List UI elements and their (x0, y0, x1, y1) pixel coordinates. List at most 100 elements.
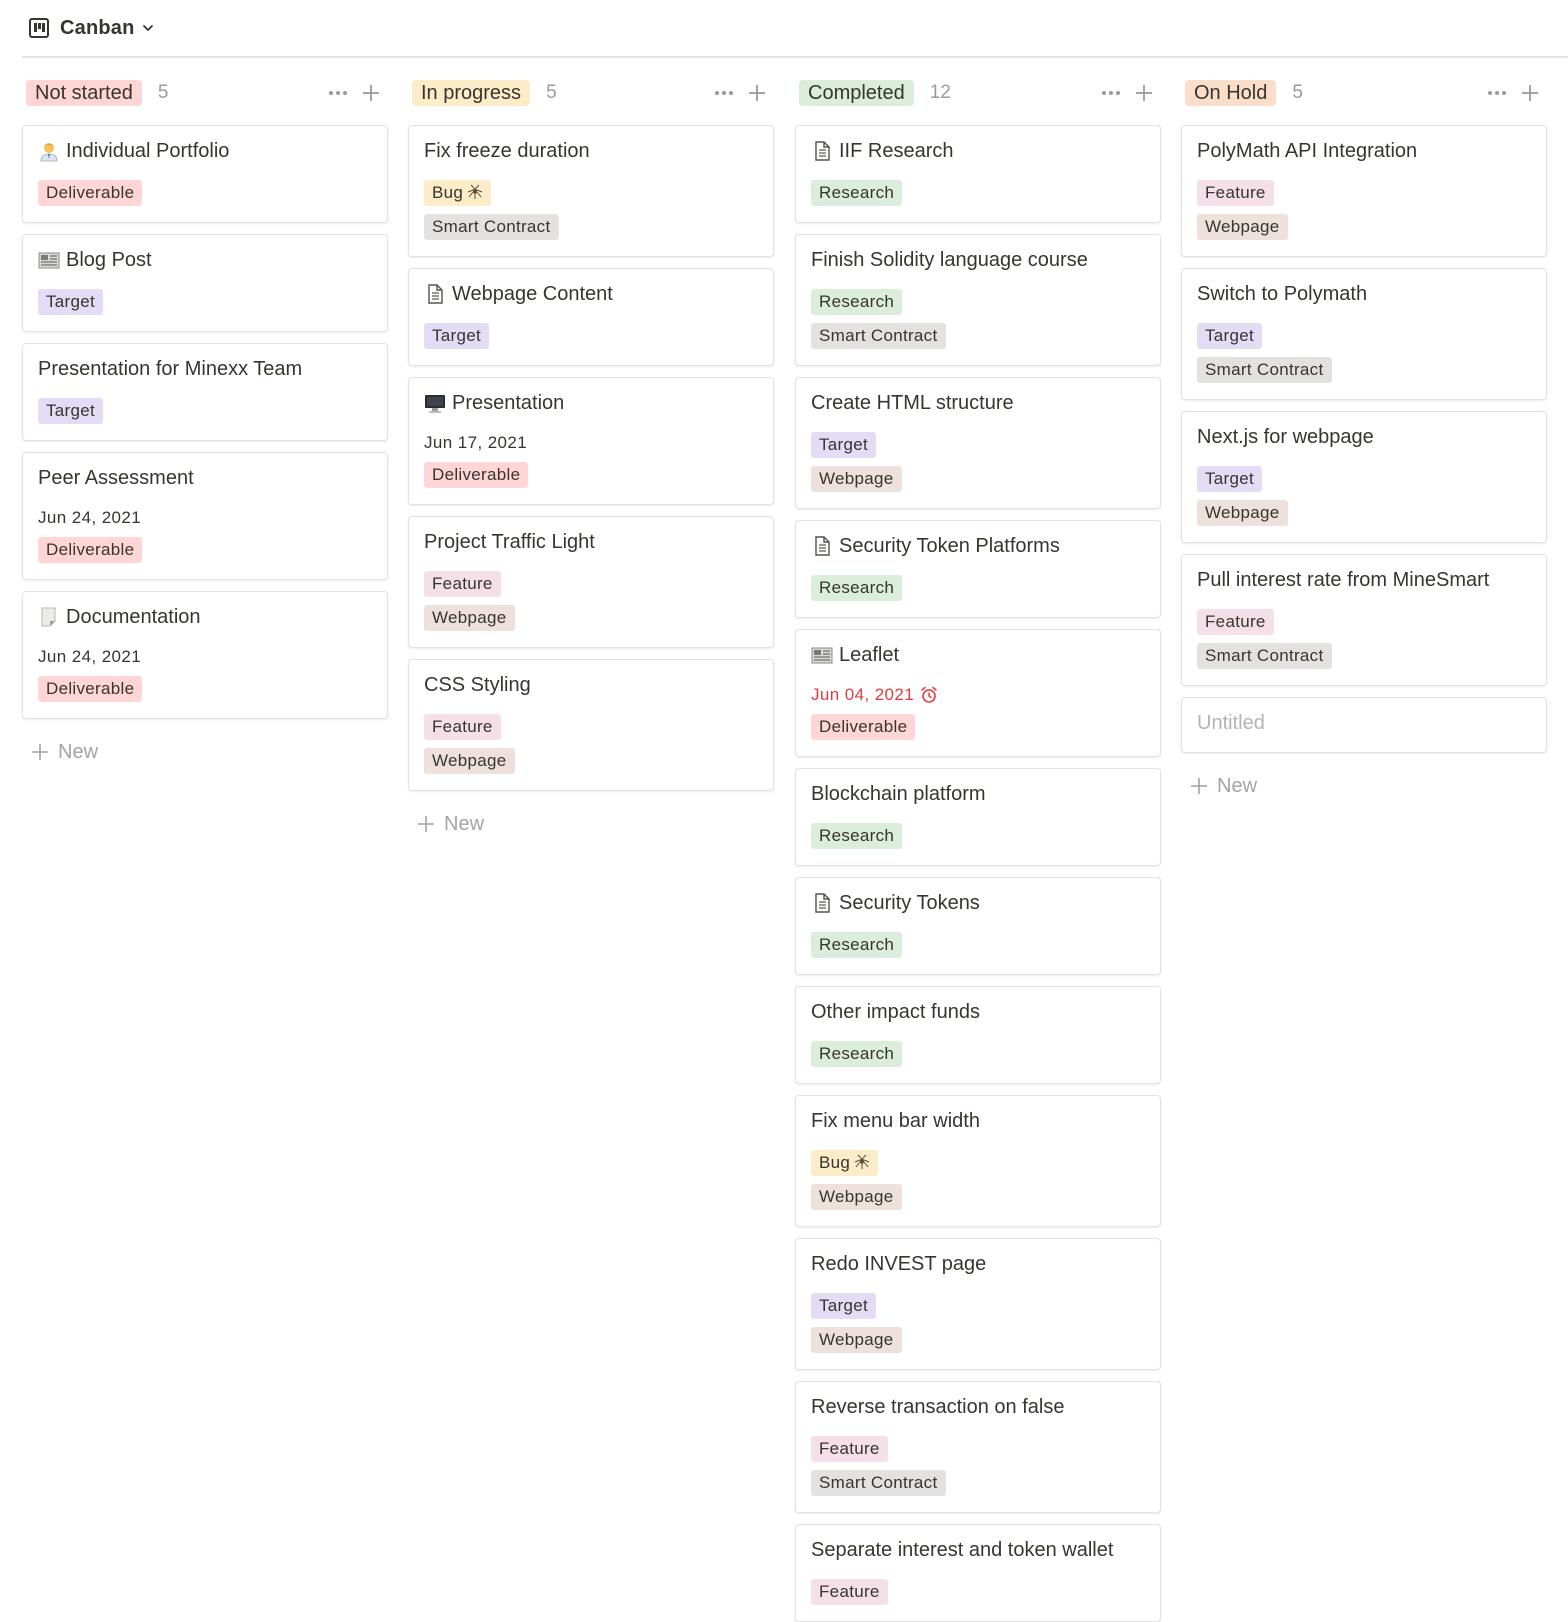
task-card[interactable]: CSS Styling Feature Webpage (408, 659, 774, 791)
tag-webpage: Webpage (1197, 214, 1288, 240)
task-card[interactable]: Switch to Polymath Target Smart Contract (1181, 268, 1547, 400)
tag-label: Webpage (1205, 503, 1280, 522)
tag-row: Deliverable (424, 462, 758, 496)
task-card[interactable]: Leaflet Jun 04, 2021 Deliverable (795, 629, 1161, 757)
card-title: Switch to Polymath (1197, 281, 1531, 307)
person-icon (38, 140, 60, 162)
task-card[interactable]: Webpage Content Target (408, 268, 774, 366)
newspaper-icon (38, 249, 60, 271)
new-card-button[interactable]: New (30, 738, 98, 766)
task-card[interactable]: Untitled (1181, 697, 1547, 753)
card-title: Redo INVEST page (811, 1251, 1145, 1277)
tag-label: Deliverable (46, 540, 135, 559)
status-label[interactable]: Not started (26, 80, 142, 106)
card-count: 5 (157, 82, 169, 103)
tag-row: Deliverable (38, 180, 372, 214)
more-options-icon[interactable] (1485, 82, 1509, 104)
add-card-icon[interactable] (746, 82, 768, 104)
task-card[interactable]: Presentation Jun 17, 2021 Deliverable (408, 377, 774, 505)
task-card[interactable]: Pull interest rate from MineSmart Feature… (1181, 554, 1547, 686)
task-card[interactable]: Separate interest and token wallet Featur… (795, 1524, 1161, 1622)
card-title: Documentation (38, 604, 372, 630)
tag-row: Smart Contract (1197, 643, 1531, 677)
date-text: Jun 17, 2021 (424, 433, 528, 452)
card-title-text: IIF Research (839, 140, 954, 162)
card-title-text: Leaflet (839, 644, 900, 666)
status-label[interactable]: In progress (412, 80, 531, 106)
new-card-button[interactable]: New (416, 810, 484, 838)
task-card[interactable]: IIF Research Research (795, 125, 1161, 223)
tag-list: Target Webpage (811, 432, 1145, 500)
tag-label: Target (1205, 469, 1255, 488)
tag-row: Target (1197, 323, 1531, 357)
card-title: Individual Portfolio (38, 138, 372, 164)
task-card[interactable]: Create HTML structure Target Webpage (795, 377, 1161, 509)
tag-webpage: Webpage (811, 466, 902, 492)
task-card[interactable]: Fix freeze duration Bug Smart Contract (408, 125, 774, 257)
status-label[interactable]: On Hold (1185, 80, 1277, 106)
tag-label: Research (819, 578, 895, 597)
task-card[interactable]: Blog Post Target (22, 234, 388, 332)
task-card[interactable]: Documentation Jun 24, 2021 Deliverable (22, 591, 388, 719)
column-header: Not started 5 (22, 76, 388, 110)
tag-list: Feature Webpage (1197, 180, 1531, 248)
card-title-text: Reverse transaction on false (811, 1396, 1065, 1418)
tag-row: Feature (811, 1436, 1145, 1470)
tag-list: Bug Webpage (811, 1150, 1145, 1218)
card-title: Security Token Platforms (811, 533, 1145, 559)
status-label[interactable]: Completed (799, 80, 914, 106)
card-title-text: Webpage Content (452, 283, 613, 305)
task-card[interactable]: Blockchain platform Research (795, 768, 1161, 866)
tag-row: Target (424, 323, 758, 357)
tag-list: Deliverable (38, 676, 372, 710)
task-card[interactable]: PolyMath API Integration Feature Webpage (1181, 125, 1547, 257)
more-options-icon[interactable] (1099, 82, 1123, 104)
tag-webpage: Webpage (424, 748, 515, 774)
plus-icon (30, 742, 50, 762)
tag-row: Webpage (811, 466, 1145, 500)
task-card[interactable]: Project Traffic Light Feature Webpage (408, 516, 774, 648)
more-options-icon[interactable] (712, 82, 736, 104)
add-card-icon[interactable] (1133, 82, 1155, 104)
tag-label: Target (46, 292, 96, 311)
tag-list: Research (811, 575, 1145, 609)
tag-target: Target (424, 323, 490, 349)
alarm-clock-icon (920, 686, 938, 704)
add-card-icon[interactable] (360, 82, 382, 104)
task-card[interactable]: Redo INVEST page Target Webpage (795, 1238, 1161, 1370)
task-card[interactable]: Security Tokens Research (795, 877, 1161, 975)
new-label: New (444, 812, 485, 835)
task-card[interactable]: Next.js for webpage Target Webpage (1181, 411, 1547, 543)
tag-feature: Feature (1197, 609, 1274, 635)
tag-label: Feature (819, 1582, 880, 1601)
tag-list: Feature Smart Contract (811, 1436, 1145, 1504)
tag-list: Target Webpage (811, 1293, 1145, 1361)
tag-label: Deliverable (432, 465, 521, 484)
card-title-text: Redo INVEST page (811, 1253, 987, 1275)
task-card[interactable]: Fix menu bar width Bug Webpage (795, 1095, 1161, 1227)
new-card-button[interactable]: New (1189, 772, 1257, 800)
more-options-icon[interactable] (326, 82, 350, 104)
task-card[interactable]: Presentation for Minexx Team Target (22, 343, 388, 441)
task-card[interactable]: Peer Assessment Jun 24, 2021 Deliverable (22, 452, 388, 580)
kanban-board: Not started 5 Individual Portfolio Delivera… (0, 0, 1568, 1622)
tag-label: Feature (819, 1439, 880, 1458)
task-card[interactable]: Finish Solidity language course Research S… (795, 234, 1161, 366)
tag-research: Research (811, 1041, 903, 1067)
card-count: 5 (1292, 82, 1303, 103)
task-card[interactable]: Security Token Platforms Research (795, 520, 1161, 618)
date-text: Jun 04, 2021 (811, 685, 915, 704)
task-card[interactable]: Reverse transaction on false Feature Smart… (795, 1381, 1161, 1513)
tag-list: Feature Webpage (424, 571, 758, 639)
tag-webpage: Webpage (811, 1184, 902, 1210)
card-title-text: Pull interest rate from MineSmart (1197, 569, 1490, 591)
tag-row: Bug (424, 180, 758, 214)
tag-label: Smart Contract (819, 326, 938, 345)
tag-label: Smart Contract (1205, 360, 1324, 379)
task-card[interactable]: Individual Portfolio Deliverable (22, 125, 388, 223)
card-date: Jun 24, 2021 (38, 507, 372, 529)
add-card-icon[interactable] (1519, 82, 1541, 104)
task-card[interactable]: Other impact funds Research (795, 986, 1161, 1084)
column-header: Completed 12 (795, 76, 1161, 110)
card-title: Fix freeze duration (424, 138, 758, 164)
